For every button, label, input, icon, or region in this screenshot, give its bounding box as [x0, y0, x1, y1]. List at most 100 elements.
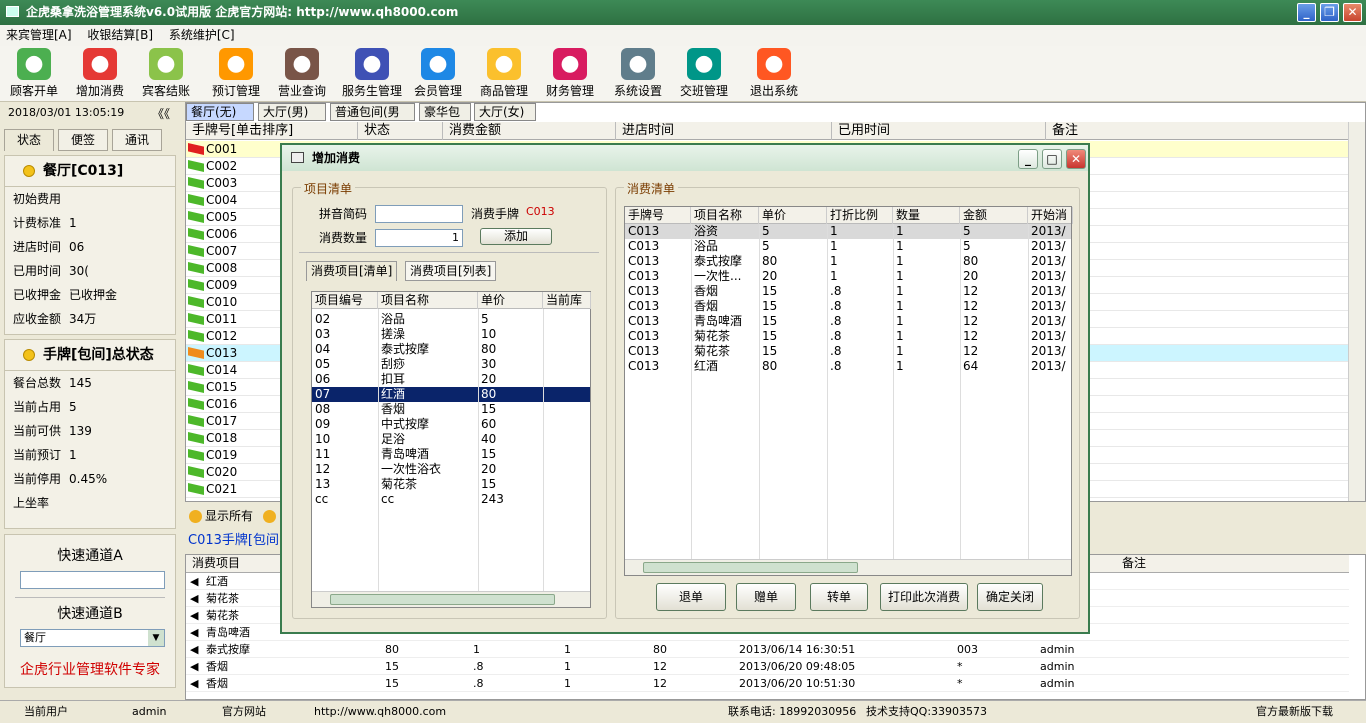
item-col-0[interactable]: 项目编号: [312, 292, 378, 309]
add-button[interactable]: 添加: [480, 228, 552, 245]
item-row[interactable]: 05 刮痧 30: [312, 357, 590, 372]
toolbar-label: 财务管理: [545, 84, 594, 98]
card-code: C005: [206, 210, 238, 224]
dialog-button-4[interactable]: 确定关闭: [977, 583, 1043, 611]
item-row[interactable]: 13 菊花茶 15: [312, 477, 590, 492]
toolbar-button-9[interactable]: ● 系统设置: [604, 48, 672, 99]
toolbar-button-1[interactable]: ● 增加消费: [66, 48, 134, 99]
dialog-button-1[interactable]: 赠单: [736, 583, 796, 611]
grid-tab-3[interactable]: 豪华包间(男: [419, 103, 471, 135]
pinyin-input[interactable]: [375, 205, 463, 223]
flag-icon: [188, 381, 204, 393]
consume-hscroll[interactable]: [625, 559, 1071, 575]
cons-col-5[interactable]: 金额: [960, 207, 1028, 224]
grid-col-0[interactable]: 手牌号[单击排序]: [186, 122, 358, 140]
item-col-2[interactable]: 单价: [478, 292, 543, 309]
grid-col-1[interactable]: 状态: [358, 122, 443, 140]
cell-amount: 12: [653, 660, 667, 673]
restore-button[interactable]: ❐: [1320, 3, 1339, 22]
consume-row[interactable]: 泰式按摩 80 1 1 80 2013/06/14 16:30:51 003 admin ◀: [186, 641, 1349, 658]
toolbar-button-6[interactable]: ● 会员管理: [404, 48, 472, 99]
grid-col-5[interactable]: 备注: [1046, 122, 1349, 140]
toolbar-button-3[interactable]: ● 预订管理: [202, 48, 270, 99]
tab-item-list[interactable]: 消费项目[列表]: [405, 261, 497, 281]
menu-system[interactable]: 系统维护[C]: [169, 28, 235, 42]
item-price: 15: [481, 402, 497, 416]
chevron-down-icon[interactable]: ▼: [148, 630, 164, 646]
grid-scrollbar[interactable]: [1348, 122, 1365, 501]
cons-col-3[interactable]: 打折比例: [827, 207, 893, 224]
close-button[interactable]: ✕: [1343, 3, 1362, 22]
item-row[interactable]: 10 足浴 40: [312, 432, 590, 447]
info-key: 当前可供: [13, 424, 62, 438]
grid-tab-2[interactable]: 普通包间(男: [330, 103, 415, 121]
dialog-button-2[interactable]: 转单: [810, 583, 868, 611]
grid-col-3[interactable]: 进店时间: [616, 122, 832, 140]
qty-input[interactable]: 1: [375, 229, 463, 247]
show-all-button[interactable]: 显示所有: [205, 509, 253, 523]
toolbar-button-5[interactable]: ● 服务生管理: [338, 48, 406, 99]
item-row[interactable]: 03 搓澡 10: [312, 327, 590, 342]
item-row[interactable]: 02 浴品 5: [312, 312, 590, 327]
minimize-button[interactable]: _: [1297, 3, 1316, 22]
grid-tab-4[interactable]: 大厅(女): [474, 103, 536, 121]
cons-col-4[interactable]: 数量: [893, 207, 960, 224]
dialog-maximize-button[interactable]: □: [1042, 149, 1062, 169]
info-value: 30(: [69, 264, 89, 278]
tab-item-card[interactable]: 消费项目[清单]: [306, 261, 398, 281]
cons-card: C013: [628, 344, 660, 358]
flag-icon: [188, 177, 204, 189]
item-row[interactable]: 06 扣耳 20: [312, 372, 590, 387]
item-row[interactable]: 04 泰式按摩 80: [312, 342, 590, 357]
dialog-button-0[interactable]: 退单: [656, 583, 726, 611]
item-row[interactable]: 11 青岛啤酒 15: [312, 447, 590, 462]
item-row[interactable]: cc cc 243: [312, 492, 590, 507]
item-row[interactable]: 12 一次性浴衣 20: [312, 462, 590, 477]
item-price: 60: [481, 417, 497, 431]
item-price: 15: [481, 447, 497, 461]
item-col-1[interactable]: 项目名称: [378, 292, 478, 309]
cons-col-2[interactable]: 单价: [759, 207, 827, 224]
grid-col-2[interactable]: 消费金额: [443, 122, 616, 140]
item-hscroll[interactable]: [312, 591, 590, 607]
status-download[interactable]: 官方最新版下载: [1256, 701, 1333, 723]
qty-label: 消费数量: [319, 231, 368, 245]
toolbar-button-8[interactable]: ● 财务管理: [536, 48, 604, 99]
grid-tab-0[interactable]: 餐厅(无): [186, 103, 254, 121]
quick-b-select[interactable]: 餐厅 ▼: [20, 629, 165, 647]
toolbar-button-0[interactable]: ● 顾客开单: [0, 48, 68, 99]
tab-contacts[interactable]: 通讯: [112, 129, 162, 151]
dialog-minimize-button[interactable]: _: [1018, 149, 1038, 169]
grid-tab-1[interactable]: 大厅(男): [258, 103, 326, 121]
item-row[interactable]: 09 中式按摩 60: [312, 417, 590, 432]
item-row[interactable]: 08 香烟 15: [312, 402, 590, 417]
quick-a-input[interactable]: [20, 571, 165, 589]
item-row[interactable]: 07 红酒 80: [312, 387, 590, 402]
menu-cashier[interactable]: 收银结算[B]: [87, 28, 153, 42]
cons-name: 香烟: [694, 299, 719, 313]
consume-row[interactable]: 香烟 15 .8 1 12 2013/06/20 09:48:05 * admin ◀: [186, 658, 1349, 675]
tab-status[interactable]: 状态: [4, 129, 54, 151]
grid-col-4[interactable]: 已用时间: [832, 122, 1046, 140]
toolbar-button-11[interactable]: ● 退出系统: [740, 48, 808, 99]
arrow-down-icon[interactable]: [263, 510, 276, 523]
toolbar-button-7[interactable]: ● 商品管理: [470, 48, 538, 99]
cons-rate: .8: [830, 359, 842, 373]
collapse-button[interactable]: 《《: [152, 105, 170, 122]
menu-guest[interactable]: 来宾管理[A]: [6, 28, 72, 42]
toolbar-button-10[interactable]: ● 交班管理: [670, 48, 738, 99]
item-col-3[interactable]: 当前库: [543, 292, 591, 309]
cons-col-0[interactable]: 手牌号: [625, 207, 691, 224]
toolbar-button-4[interactable]: ● 营业查询: [268, 48, 336, 99]
cell-time: 2013/06/20 09:48:05: [739, 660, 856, 673]
status-site[interactable]: http://www.qh8000.com: [314, 701, 446, 723]
dialog-button-3[interactable]: 打印此次消费: [880, 583, 968, 611]
status-qq: 技术支持QQ:33903573: [866, 705, 988, 718]
cons-col-6[interactable]: 开始消: [1028, 207, 1073, 224]
consume-row[interactable]: 香烟 15 .8 1 12 2013/06/20 10:51:30 * admin ◀: [186, 675, 1349, 692]
cons-col-1[interactable]: 项目名称: [691, 207, 759, 224]
cell-qty: 1: [564, 643, 571, 656]
tab-notes[interactable]: 便签: [58, 129, 108, 151]
toolbar-button-2[interactable]: ● 宾客结账: [132, 48, 200, 99]
dialog-close-button[interactable]: ✕: [1066, 149, 1086, 169]
